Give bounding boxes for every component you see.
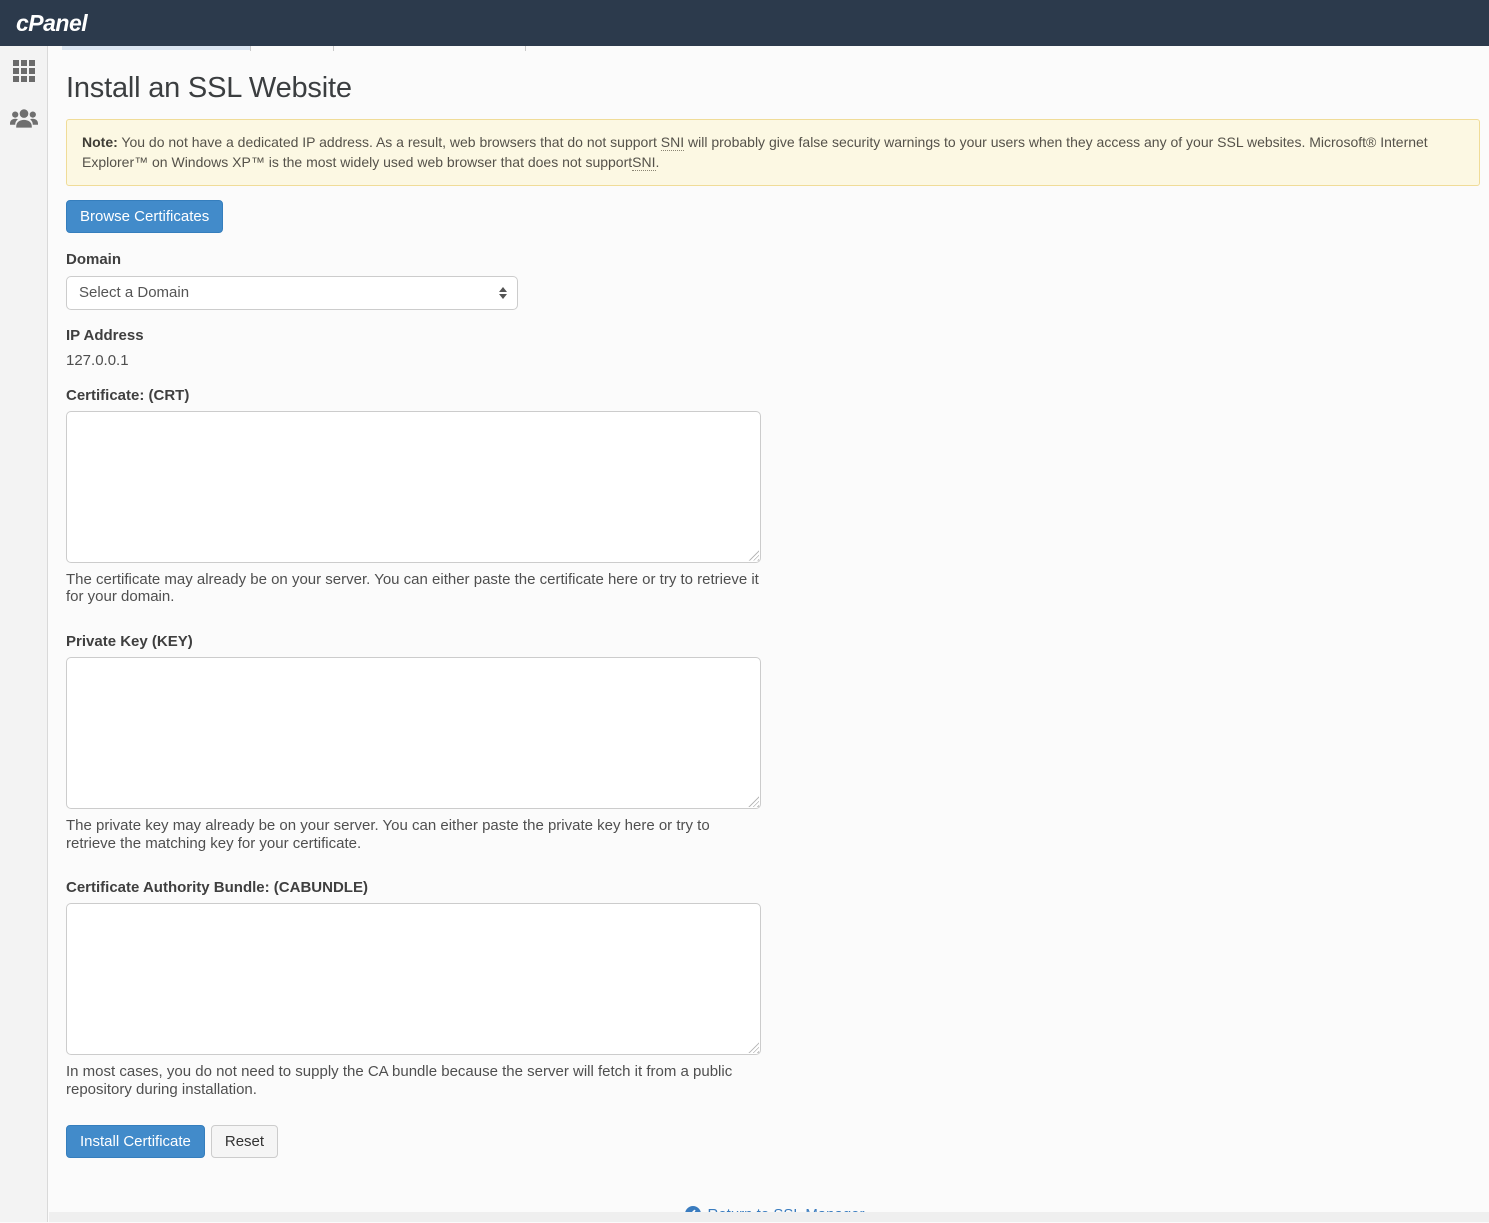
apps-grid-icon[interactable] [13,60,35,82]
domain-select-value: Select a Domain [79,284,189,301]
cabundle-label: Certificate Authority Bundle: (CABUNDLE) [66,879,1484,896]
sni-abbr: SNI [632,154,655,171]
page-title: Install an SSL Website [66,72,1484,105]
active-tab-remnant [62,46,250,50]
certificate-help-text: The certificate may already be on your s… [66,571,761,606]
users-icon[interactable] [9,106,39,137]
cabundle-textarea[interactable] [66,903,761,1055]
reset-button[interactable]: Reset [211,1125,278,1158]
sni-abbr: SNI [661,134,684,151]
top-navbar: cPanel [0,0,1489,46]
footer-strip [49,1212,1489,1222]
private-key-help-text: The private key may already be on your s… [66,817,761,852]
tab-divider [250,46,251,51]
tab-strip [0,46,1489,51]
browse-certificates-button[interactable]: Browse Certificates [66,200,223,233]
private-key-label: Private Key (KEY) [66,633,1484,650]
note-label: Note: [82,134,118,150]
select-stepper-icon [499,287,507,299]
ip-address-value: 127.0.0.1 [66,352,1484,369]
tab-divider [525,46,526,51]
sni-warning-note: Note: You do not have a dedicated IP add… [66,119,1480,186]
certificate-textarea[interactable] [66,411,761,563]
note-text: You do not have a dedicated IP address. … [121,134,656,150]
domain-select[interactable]: Select a Domain [66,276,518,310]
private-key-textarea[interactable] [66,657,761,809]
install-certificate-button[interactable]: Install Certificate [66,1125,205,1158]
certificate-label: Certificate: (CRT) [66,387,1484,404]
ip-address-label: IP Address [66,327,1484,344]
domain-label: Domain [66,251,1484,268]
tab-divider [333,46,334,51]
note-text: . [656,154,660,170]
main-content: Install an SSL Website Note: You do not … [49,50,1489,1222]
cabundle-help-text: In most cases, you do not need to supply… [66,1063,761,1098]
left-sidebar [0,46,48,1222]
cpanel-logo: cPanel [16,10,87,37]
